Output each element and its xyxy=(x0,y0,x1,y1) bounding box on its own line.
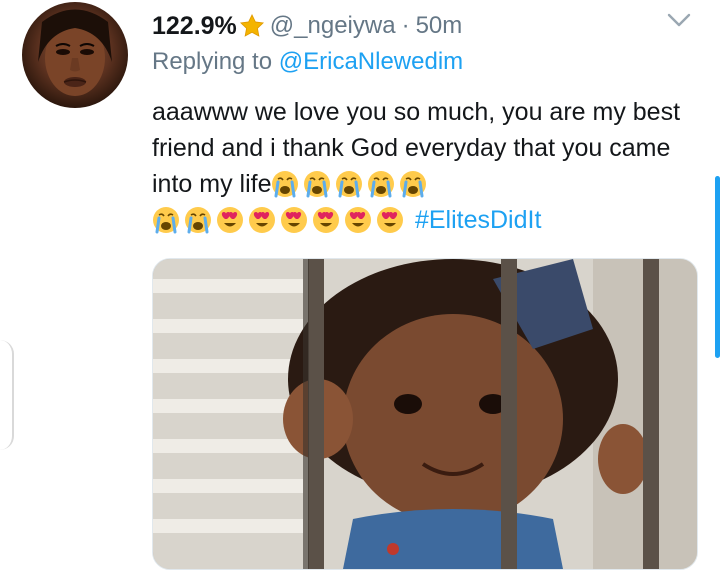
crying-face-emoji-icon xyxy=(399,170,427,198)
display-name[interactable]: 122.9% xyxy=(152,12,237,41)
replying-to-mention[interactable]: @EricaNlewedim xyxy=(279,48,463,75)
tweet-text: aaawww we love you so much, you are my b… xyxy=(152,94,700,238)
user-handle[interactable]: @_ngeiywa xyxy=(270,12,396,40)
heart-eyes-emoji-icon xyxy=(376,206,404,234)
heart-eyes-emoji-icon xyxy=(216,206,244,234)
timestamp[interactable]: 50m xyxy=(416,12,463,40)
hashtag-link[interactable]: #ElitesDidIt xyxy=(415,206,541,234)
emoji-group-2 xyxy=(152,206,408,234)
profile-avatar[interactable] xyxy=(22,2,128,108)
crying-face-emoji-icon xyxy=(335,170,363,198)
chevron-down-icon[interactable] xyxy=(666,10,692,30)
crying-face-emoji-icon xyxy=(184,206,212,234)
heart-eyes-emoji-icon xyxy=(280,206,308,234)
heart-eyes-emoji-icon xyxy=(312,206,340,234)
scroll-indicator[interactable] xyxy=(715,176,720,358)
left-edge-panel xyxy=(0,340,14,450)
heart-eyes-emoji-icon xyxy=(344,206,372,234)
heart-eyes-emoji-icon xyxy=(248,206,276,234)
photo-child-behind-bars xyxy=(153,259,697,569)
separator-dot: · xyxy=(401,12,410,39)
replying-to-line: Replying to @EricaNlewedim xyxy=(152,48,463,76)
crying-face-emoji-icon xyxy=(152,206,180,234)
star-icon xyxy=(239,13,265,39)
emoji-group-1 xyxy=(271,170,431,198)
replying-prefix: Replying to xyxy=(152,48,273,75)
tweet-header: 122.9% @_ngeiywa · 50m xyxy=(152,6,462,46)
crying-face-emoji-icon xyxy=(271,170,299,198)
tweet-media-image[interactable] xyxy=(152,258,698,570)
avatar-image xyxy=(38,9,112,96)
crying-face-emoji-icon xyxy=(303,170,331,198)
crying-face-emoji-icon xyxy=(367,170,395,198)
